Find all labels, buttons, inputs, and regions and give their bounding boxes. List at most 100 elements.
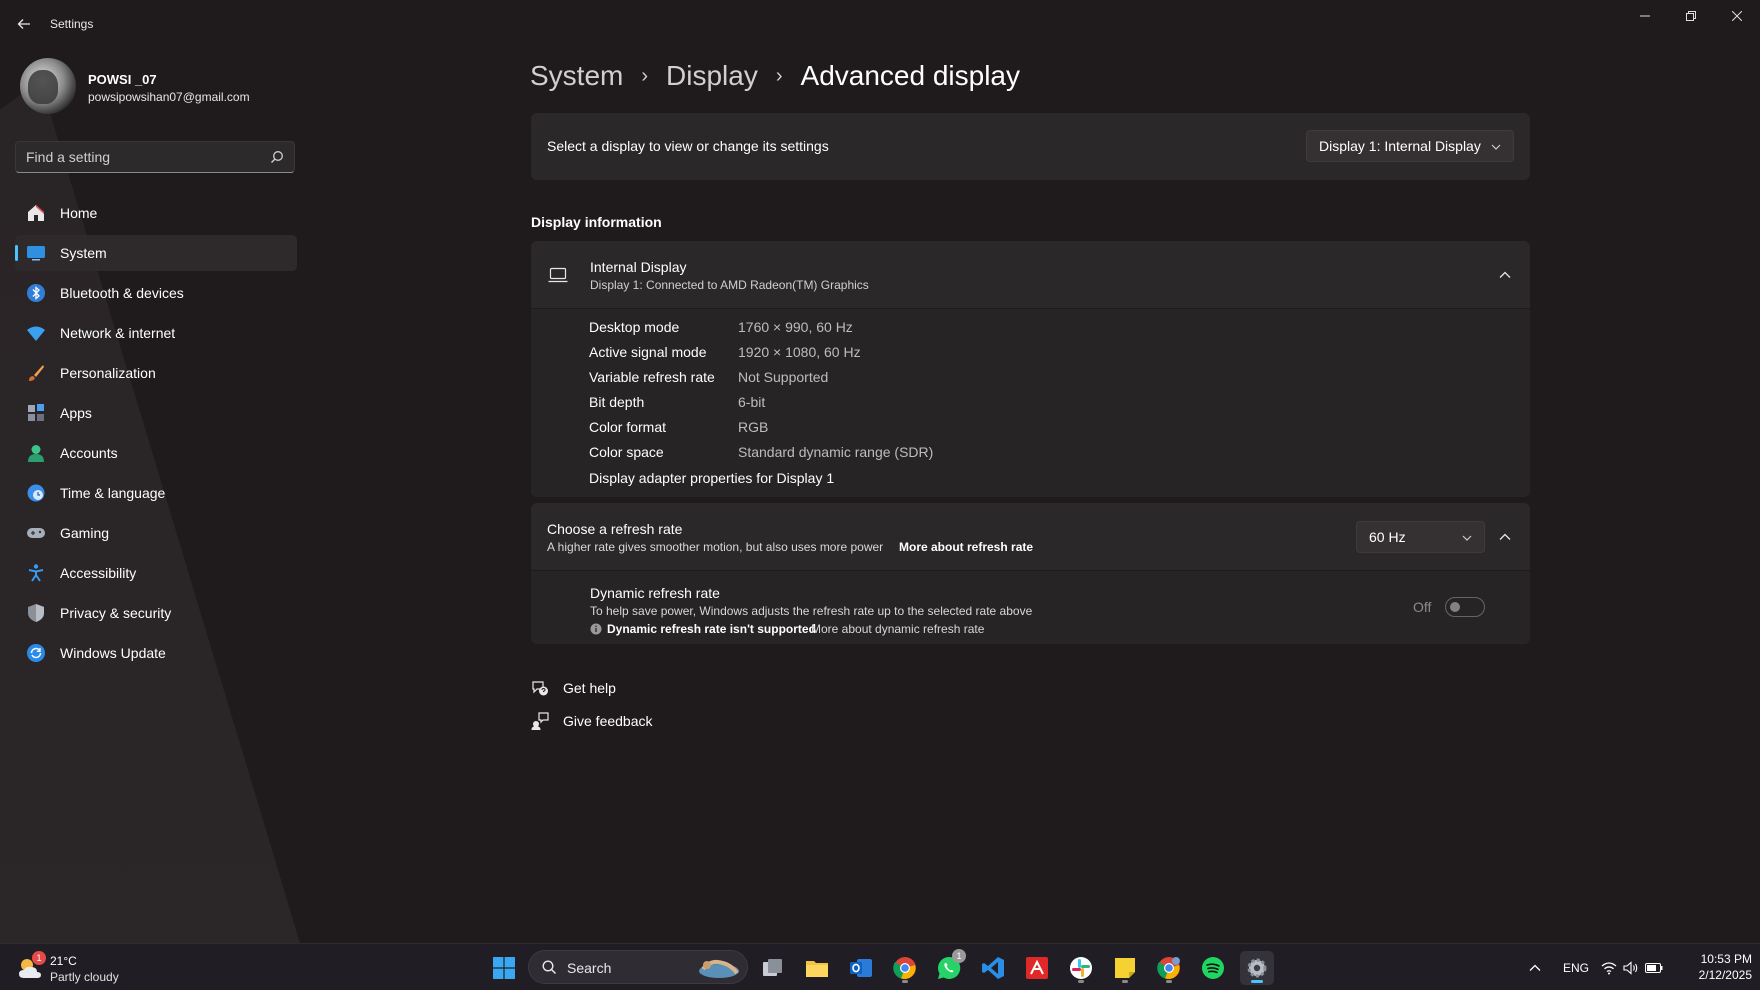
display-adapter-properties-link[interactable]: Display adapter properties for Display 1	[589, 470, 834, 490]
refresh-rate-header: Choose a refresh rate A higher rate give…	[531, 503, 1530, 571]
search-input[interactable]	[26, 142, 256, 172]
settings-gear-icon	[1247, 958, 1267, 978]
display-connection: Display 1: Connected to AMD Radeon(TM) G…	[590, 278, 869, 292]
sidebar-item-accessibility[interactable]: Accessibility	[15, 555, 297, 591]
chevron-up-icon	[1529, 964, 1541, 971]
windows-start-button[interactable]	[487, 951, 521, 985]
give-feedback-label: Give feedback	[563, 713, 653, 729]
chevron-down-icon	[1462, 535, 1472, 541]
taskbar-amd-software[interactable]	[1020, 951, 1054, 985]
chevron-right-icon: ›	[641, 64, 649, 87]
title-bar: Settings	[0, 0, 1760, 48]
task-view-button[interactable]	[756, 951, 790, 985]
accessibility-icon	[25, 562, 47, 584]
collapse-display-info-button[interactable]	[1491, 261, 1519, 289]
refresh-rate-dropdown[interactable]: 60 Hz	[1356, 521, 1485, 553]
outlook-icon	[850, 959, 872, 977]
close-icon	[1732, 11, 1742, 21]
bluetooth-icon	[25, 282, 47, 304]
account-icon	[25, 442, 47, 464]
more-about-dynamic-refresh-link[interactable]: More about dynamic refresh rate	[811, 622, 984, 636]
gamepad-icon	[25, 522, 47, 544]
restore-button[interactable]	[1668, 0, 1714, 32]
more-about-refresh-rate-link[interactable]: More about refresh rate	[899, 540, 1033, 554]
sidebar-item-label: Windows Update	[60, 645, 166, 661]
clock-widget[interactable]: 10:53 PM 2/12/2025	[1680, 951, 1752, 985]
close-button[interactable]	[1714, 0, 1760, 32]
profile-name: POWSI _07	[88, 72, 157, 87]
sidebar-item-time-language[interactable]: Time & language	[15, 475, 297, 511]
sidebar-item-gaming[interactable]: Gaming	[15, 515, 297, 551]
show-hidden-icons-button[interactable]	[1520, 951, 1550, 985]
info-key: Bit depth	[589, 394, 645, 410]
sidebar-item-bluetooth[interactable]: Bluetooth & devices	[15, 275, 297, 311]
dynamic-refresh-toggle[interactable]	[1445, 597, 1485, 617]
back-button[interactable]	[12, 12, 36, 36]
update-icon	[25, 642, 47, 664]
running-indicator	[1166, 980, 1172, 983]
minimize-button[interactable]	[1622, 0, 1668, 32]
display-select-dropdown[interactable]: Display 1: Internal Display	[1306, 130, 1514, 162]
sidebar-item-accounts[interactable]: Accounts	[15, 435, 297, 471]
breadcrumb-display[interactable]: Display	[666, 60, 758, 92]
info-value: Not Supported	[738, 369, 829, 385]
sidebar-item-privacy-security[interactable]: Privacy & security	[15, 595, 297, 631]
taskbar-chrome-profile[interactable]	[1152, 951, 1186, 985]
breadcrumb: System › Display › Advanced display	[530, 54, 1020, 98]
language-indicator[interactable]: ENG	[1563, 961, 1589, 975]
sidebar-item-network[interactable]: Network & internet	[15, 315, 297, 351]
taskbar-search[interactable]: Search	[528, 950, 748, 984]
taskbar-chrome[interactable]	[888, 951, 922, 985]
search-icon	[271, 151, 283, 163]
sidebar-item-apps[interactable]: Apps	[15, 395, 297, 431]
taskbar-settings[interactable]	[1240, 951, 1274, 985]
select-display-label: Select a display to view or change its s…	[547, 138, 829, 154]
sidebar-item-label: System	[60, 245, 107, 261]
quick-settings-button[interactable]	[1600, 951, 1664, 985]
taskbar-spotify[interactable]	[1196, 951, 1230, 985]
help-chat-icon	[532, 681, 548, 696]
info-key: Variable refresh rate	[589, 369, 715, 385]
taskbar-sticky-notes[interactable]	[1108, 951, 1142, 985]
sidebar-item-home[interactable]: Home	[15, 195, 297, 231]
breadcrumb-system[interactable]: System	[530, 60, 623, 92]
file-explorer-icon	[806, 961, 828, 977]
display-info-header[interactable]: Internal Display Display 1: Connected to…	[531, 241, 1530, 309]
weather-widget[interactable]: 1 21°C Partly cloudy	[16, 951, 146, 986]
taskbar-file-explorer[interactable]	[800, 951, 834, 985]
user-profile[interactable]: POWSI _07 powsipowsihan07@gmail.com	[20, 58, 300, 118]
sidebar-item-label: Network & internet	[60, 325, 176, 341]
info-key: Desktop mode	[589, 319, 680, 335]
vscode-icon	[982, 957, 1004, 979]
find-setting-search[interactable]	[15, 141, 295, 173]
sidebar-item-personalization[interactable]: Personalization	[15, 355, 297, 391]
sidebar-item-label: Home	[60, 205, 98, 221]
globe-clock-icon	[25, 482, 47, 504]
dynamic-refresh-description: To help save power, Windows adjusts the …	[590, 604, 1033, 618]
taskbar-vscode[interactable]	[976, 951, 1010, 985]
sidebar-item-label: Apps	[60, 405, 92, 421]
give-feedback-link[interactable]: Give feedback	[531, 710, 653, 732]
windows-start-icon	[493, 957, 515, 979]
apps-icon	[25, 402, 47, 424]
info-value: 6-bit	[738, 394, 766, 410]
taskbar-whatsapp[interactable]: 1	[932, 949, 966, 985]
wifi-icon	[1601, 962, 1617, 975]
sidebar-item-windows-update[interactable]: Windows Update	[15, 635, 297, 671]
select-display-card: Select a display to view or change its s…	[531, 113, 1530, 180]
sidebar-item-system[interactable]: System	[15, 235, 297, 271]
running-indicator	[1122, 980, 1128, 983]
taskbar-outlook[interactable]	[844, 951, 878, 985]
taskbar-slack[interactable]	[1064, 951, 1098, 985]
collapse-refresh-rate-button[interactable]	[1491, 523, 1519, 551]
chevron-right-icon: ›	[775, 64, 783, 87]
get-help-link[interactable]: Get help	[531, 677, 616, 699]
battery-icon	[1645, 963, 1663, 973]
info-value: RGB	[738, 419, 769, 435]
display-information-card: Internal Display Display 1: Connected to…	[531, 241, 1530, 497]
info-value: 1920 × 1080, 60 Hz	[738, 344, 861, 360]
active-indicator	[1251, 980, 1263, 983]
search-highlight-illustration-icon	[699, 959, 739, 978]
refresh-rate-title: Choose a refresh rate	[547, 521, 683, 537]
sidebar-item-label: Accounts	[60, 445, 118, 461]
